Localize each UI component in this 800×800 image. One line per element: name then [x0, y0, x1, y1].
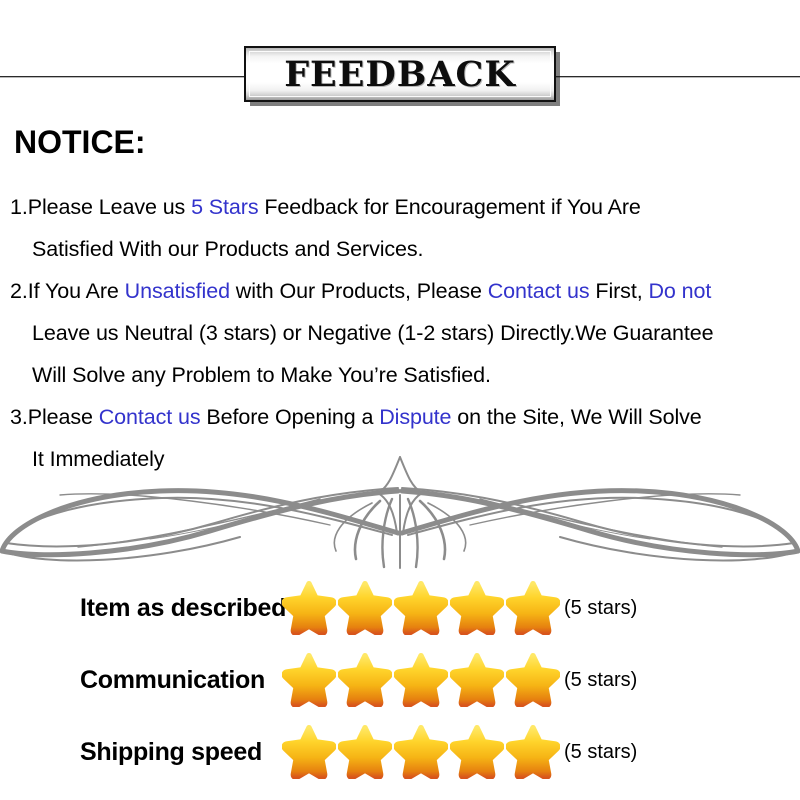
star-rating[interactable]	[282, 581, 562, 635]
feedback-banner: FEEDBACK	[0, 0, 800, 112]
star-icon[interactable]	[394, 725, 448, 779]
banner-rule-left	[0, 76, 248, 78]
star-icon[interactable]	[394, 581, 448, 635]
page-title: NOTICE:	[14, 124, 146, 160]
notice-line: 3.Please Contact us Before Opening a Dis…	[10, 396, 800, 438]
notice-line: 2.If You Are Unsatisfied with Our Produc…	[10, 270, 800, 312]
star-icon[interactable]	[450, 653, 504, 707]
notice-highlight-text: Contact us	[487, 279, 590, 303]
star-rating[interactable]	[282, 725, 562, 779]
notice-line: Satisfied With our Products and Services…	[10, 228, 800, 270]
star-icon[interactable]	[506, 725, 560, 779]
star-icon[interactable]	[282, 653, 336, 707]
banner-title: FEEDBACK	[284, 53, 516, 95]
star-icon[interactable]	[338, 581, 392, 635]
rating-row: Communication (5 stars)	[0, 644, 800, 716]
notice-text: 2.If You Are	[10, 279, 125, 303]
rating-count-label: (5 stars)	[564, 740, 638, 763]
notice-text: Will Solve any Problem to Make You’re Sa…	[32, 363, 491, 387]
rating-count-label: (5 stars)	[564, 668, 638, 691]
notice-text: 1.Please Leave us	[10, 195, 192, 219]
notice-text: 3.Please	[10, 405, 99, 429]
rating-row: Shipping speed (5 stars)	[0, 716, 800, 788]
star-icon[interactable]	[506, 581, 560, 635]
rating-count-label: (5 stars)	[564, 596, 638, 619]
notice-text: Satisfied With our Products and Services…	[32, 237, 424, 261]
notice-highlight-text: Dispute	[379, 405, 452, 429]
notice-text: Before Opening a	[200, 405, 380, 429]
flourish-icon	[0, 456, 800, 569]
notice-text: Leave us Neutral (3 stars) or Negative (…	[32, 321, 714, 345]
banner-rule-right	[552, 76, 800, 78]
star-rating[interactable]	[282, 653, 562, 707]
notice-text: First,	[589, 279, 649, 303]
rating-row: Item as described (5 stars)	[0, 572, 800, 644]
ratings-section: Item as described (5 stars) Communication (…	[0, 572, 800, 788]
notice-text: Feedback for Encouragement if You Are	[258, 195, 641, 219]
notice-highlight-text: Do not	[648, 279, 712, 303]
notice-highlight-text: 5 Stars	[191, 195, 259, 219]
star-icon[interactable]	[338, 725, 392, 779]
notice-line: 1.Please Leave us 5 Stars Feedback for E…	[10, 186, 800, 228]
star-icon[interactable]	[282, 581, 336, 635]
notice-text: with Our Products, Please	[229, 279, 488, 303]
notice-line: Leave us Neutral (3 stars) or Negative (…	[10, 312, 800, 354]
ornament-divider	[0, 455, 800, 570]
rating-label: Shipping speed	[80, 737, 262, 766]
star-icon[interactable]	[282, 725, 336, 779]
notice-text: on the Site, We Will Solve	[451, 405, 702, 429]
star-icon[interactable]	[450, 581, 504, 635]
notice-highlight-text: Contact us	[98, 405, 201, 429]
notice-list: 1.Please Leave us 5 Stars Feedback for E…	[10, 186, 800, 480]
rating-label: Communication	[80, 665, 265, 694]
star-icon[interactable]	[338, 653, 392, 707]
notice-line: Will Solve any Problem to Make You’re Sa…	[10, 354, 800, 396]
star-icon[interactable]	[506, 653, 560, 707]
star-icon[interactable]	[450, 725, 504, 779]
star-icon[interactable]	[394, 653, 448, 707]
notice-highlight-text: Unsatisfied	[124, 279, 230, 303]
rating-label: Item as described	[80, 593, 287, 622]
